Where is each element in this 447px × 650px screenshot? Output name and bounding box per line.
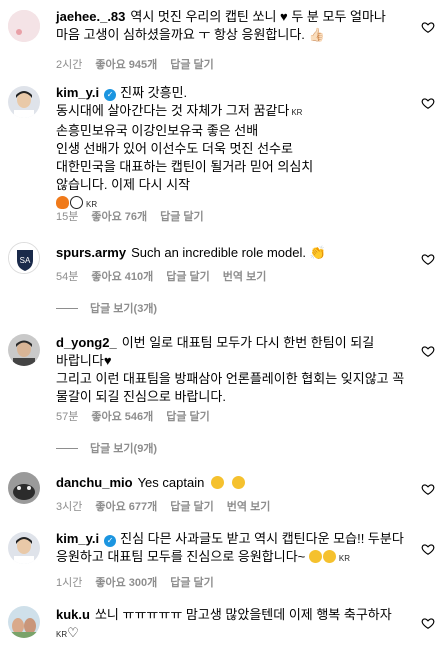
username[interactable]: kim_y.i bbox=[56, 85, 99, 100]
comment-meta: 2시간 좋아요 945개 답글 달기 bbox=[56, 56, 227, 72]
translate-button[interactable]: 번역 보기 bbox=[227, 501, 271, 513]
comment-body: jaehee._.83 역시 멋진 우리의 캡틴 쏘니 ♥ 두 분 모두 얼마나 … bbox=[56, 8, 413, 44]
verified-badge-icon: ✓ bbox=[104, 89, 117, 101]
avatar[interactable] bbox=[8, 472, 40, 504]
avatar[interactable] bbox=[8, 334, 40, 366]
heart-outline-icon[interactable] bbox=[421, 542, 435, 556]
heart-outline-icon[interactable] bbox=[421, 616, 435, 630]
timestamp: 57분 bbox=[56, 411, 79, 423]
like-count[interactable]: 좋아요 300개 bbox=[95, 577, 157, 589]
like-count[interactable]: 좋아요 410개 bbox=[91, 271, 153, 283]
view-replies-label: 답글 보기(3개) bbox=[90, 303, 158, 315]
view-replies-label: 답글 보기(9개) bbox=[90, 443, 158, 455]
username[interactable]: jaehee._.83 bbox=[56, 9, 125, 24]
view-replies-button[interactable]: 답글 보기(3개) bbox=[56, 300, 157, 316]
comment-body: kim_y.i ✓ 진짜 갓흥민. 동시대에 살아간다는 것 자체가 그저 꿈같다 K… bbox=[56, 84, 413, 214]
reply-button[interactable]: 답글 달기 bbox=[160, 211, 204, 223]
reply-button[interactable]: 답글 달기 bbox=[170, 501, 214, 513]
username[interactable]: kim_y.i bbox=[56, 531, 99, 546]
like-count[interactable]: 좋아요 546개 bbox=[91, 411, 153, 423]
avatar[interactable]: SA bbox=[8, 242, 40, 274]
comment-line: 인생 선배가 있어 이선수도 더욱 멋진 선수로 bbox=[56, 141, 293, 156]
language-tag: KR bbox=[56, 630, 68, 639]
comment-line: 대한민국을 대표하는 캡틴이 될거라 믿어 의심치 bbox=[56, 159, 314, 174]
language-tag: KR bbox=[291, 108, 303, 117]
comment-line: 손흥민보유국 이강인보유국 좋은 선배 bbox=[56, 123, 259, 138]
thumbs-up-emoji-icon bbox=[322, 550, 336, 563]
heart-eyes-emoji-icon bbox=[231, 476, 245, 489]
comment-meta: 3시간 좋아요 677개 답글 달기 번역 보기 bbox=[56, 498, 283, 514]
comment-text: Such an incredible role model. 👏 bbox=[131, 245, 326, 260]
comment-body: kim_y.i ✓ 진심 다믄 사과글도 받고 역시 캡틴다운 모습!! 두분다 응… bbox=[56, 530, 413, 568]
comment-body: d_yong2_ 이번 일로 대표팀 모두가 다시 한번 한팀이 되길 바랍니다♥… bbox=[56, 332, 413, 406]
timestamp: 54분 bbox=[56, 271, 79, 283]
comment-body: spurs.army Such an incredible role model.… bbox=[56, 240, 413, 262]
username[interactable]: danchu_mio bbox=[56, 475, 133, 490]
comment-meta: 57분 좋아요 546개 답글 달기 bbox=[56, 408, 223, 424]
svg-text:SA: SA bbox=[20, 256, 31, 265]
reply-button[interactable]: 답글 달기 bbox=[170, 59, 214, 71]
comment-line: 않습니다. 이제 다시 시작 bbox=[56, 177, 191, 192]
language-tag: KR bbox=[338, 554, 351, 563]
like-count[interactable]: 좋아요 945개 bbox=[95, 59, 157, 71]
clap-emoji-icon bbox=[210, 476, 224, 489]
comment-text: Yes captain bbox=[137, 475, 205, 490]
comment-meta: 54분 좋아요 410개 답글 달기 번역 보기 bbox=[56, 268, 279, 284]
timestamp: 2시간 bbox=[56, 59, 83, 71]
timestamp: 3시간 bbox=[56, 501, 83, 513]
comment-text: 진짜 갓흥민. bbox=[120, 85, 188, 100]
username[interactable]: d_yong2_ bbox=[56, 335, 117, 350]
heart-outline-icon[interactable] bbox=[421, 96, 435, 110]
comment-feed: jaehee._.83 역시 멋진 우리의 캡틴 쏘니 ♥ 두 분 모두 얼마나 … bbox=[0, 0, 447, 650]
avatar[interactable] bbox=[8, 86, 40, 118]
heart-glyph: ♡ bbox=[67, 625, 79, 640]
comment-line: 동시대에 살아간다는 것 자체가 그저 꿈같다 bbox=[56, 103, 290, 118]
translate-button[interactable]: 번역 보기 bbox=[223, 271, 267, 283]
comment-body: kuk.u 쏘니 ㅠㅠㅠㅠㅠ 맘고생 많았을텐데 이제 행복 축구하자 KR♡ bbox=[56, 604, 413, 644]
verified-badge-icon: ✓ bbox=[104, 535, 117, 547]
avatar[interactable] bbox=[8, 532, 40, 564]
comment-meta: 1시간 좋아요 300개 답글 달기 bbox=[56, 574, 227, 590]
timestamp: 15분 bbox=[56, 211, 79, 223]
timestamp: 1시간 bbox=[56, 577, 83, 589]
reply-button[interactable]: 답글 달기 bbox=[170, 577, 214, 589]
divider bbox=[56, 447, 78, 449]
heart-outline-icon[interactable] bbox=[421, 482, 435, 496]
comment-meta: 15분 좋아요 76개 답글 달기 bbox=[56, 208, 217, 224]
username[interactable]: kuk.u bbox=[56, 607, 90, 622]
like-count[interactable]: 좋아요 76개 bbox=[91, 211, 147, 223]
heart-outline-icon[interactable] bbox=[421, 252, 435, 266]
comment-text: 쏘니 ㅠㅠㅠㅠㅠ 맘고생 많았을텐데 이제 행복 축구하자 bbox=[94, 607, 392, 622]
view-replies-button[interactable]: 답글 보기(9개) bbox=[56, 440, 157, 456]
smile-emoji-icon bbox=[308, 550, 322, 563]
avatar[interactable] bbox=[8, 606, 40, 638]
comment-body: danchu_mio Yes captain bbox=[56, 470, 413, 492]
reply-button[interactable]: 답글 달기 bbox=[166, 271, 210, 283]
reply-button[interactable]: 답글 달기 bbox=[166, 411, 210, 423]
like-count[interactable]: 좋아요 677개 bbox=[95, 501, 157, 513]
username[interactable]: spurs.army bbox=[56, 245, 126, 260]
avatar[interactable] bbox=[8, 10, 40, 42]
divider bbox=[56, 307, 78, 309]
comment-line: 그리고 이런 대표팀을 방패삼아 언론플레이한 협회는 잊지않고 꼭 물갈이 되… bbox=[56, 371, 405, 404]
heart-outline-icon[interactable] bbox=[421, 20, 435, 34]
heart-outline-icon[interactable] bbox=[421, 344, 435, 358]
